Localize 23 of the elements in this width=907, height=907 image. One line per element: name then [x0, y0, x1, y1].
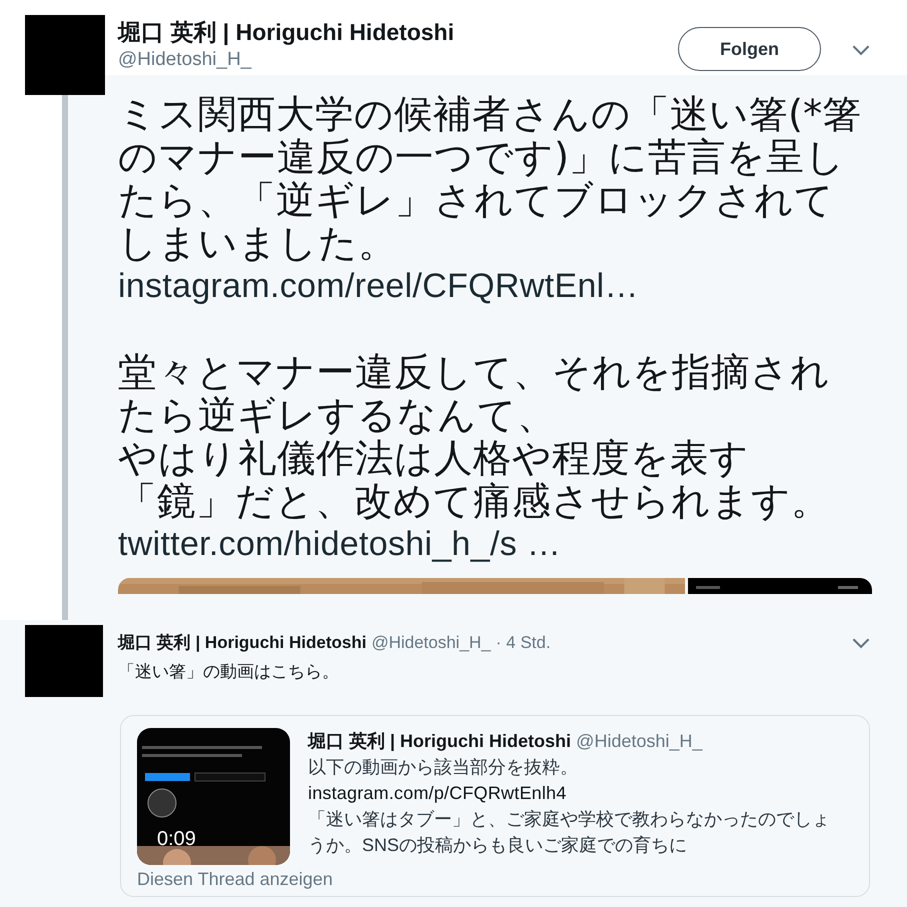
tweet-text: 「迷い箸」の動画はこちら。 [118, 661, 340, 683]
chevron-icon[interactable] [851, 43, 871, 56]
tweet-link[interactable]: twitter.com/hidetoshi_h_/s … [118, 523, 877, 566]
chevron-icon[interactable] [851, 636, 871, 649]
author-handle[interactable]: @Hidetoshi_H_ [371, 633, 491, 652]
author-handle[interactable]: @Hidetoshi_H_ [118, 49, 678, 71]
author-name[interactable]: 堀口 英利 | Horiguchi Hidetoshi [118, 633, 366, 652]
tweet-link[interactable]: instagram.com/p/CFQRwtEnlh4 [308, 780, 838, 806]
author-handle: @Hidetoshi_H_ [576, 731, 702, 751]
show-thread-link[interactable]: Diesen Thread anzeigen [137, 869, 853, 890]
follow-button[interactable]: Folgen [678, 27, 821, 71]
tweet-text: ミス関西大学の候補者さんの「迷い箸(*箸のマナー違反の一つです)」に苦言を呈したら、「逆ギレ」されてブロックされてしまいました。 [118, 93, 862, 265]
tweet-text: 以下の動画から該当部分を抜粋。 [308, 756, 579, 779]
tweet-text: やはり礼儀作法は人格や程度を表す [118, 437, 750, 480]
author-name: 堀口 英利 | Horiguchi Hidetoshi [308, 731, 572, 751]
timestamp[interactable]: · 4 Std. [496, 633, 551, 652]
tweet-text: 堂々とマナー違反して、それを指摘されたら逆ギレするなんて、 [118, 351, 831, 437]
author-name[interactable]: 堀口 英利 | Horiguchi Hidetoshi [118, 17, 678, 48]
video-duration: 0:09 [157, 828, 196, 851]
tweet-link[interactable]: instagram.com/reel/CFQRwtEnl… [118, 265, 877, 308]
tweet-text: 「鏡」だと、改めて痛感させられます。 [118, 480, 831, 523]
quoted-tweet-card[interactable]: 0:09 堀口 英利 | Horiguchi Hidetoshi @Hidetoshi_H_ 以下の動画から該当部分を抜粋。 instagram.com/p/CFQRwtEnlh4 「迷い箸はタブー」と、ご家庭や学校で教わらなかったのでしょうか。SNSの投稿からも良いご家庭での育ちに Diesen Thread anzeigen [120, 715, 870, 897]
tweet-text: 「迷い箸はタブー」と、ご家庭や学校で教わらなかったのでしょうか。SNSの投稿からも良いご家庭での育ちに [308, 808, 831, 857]
